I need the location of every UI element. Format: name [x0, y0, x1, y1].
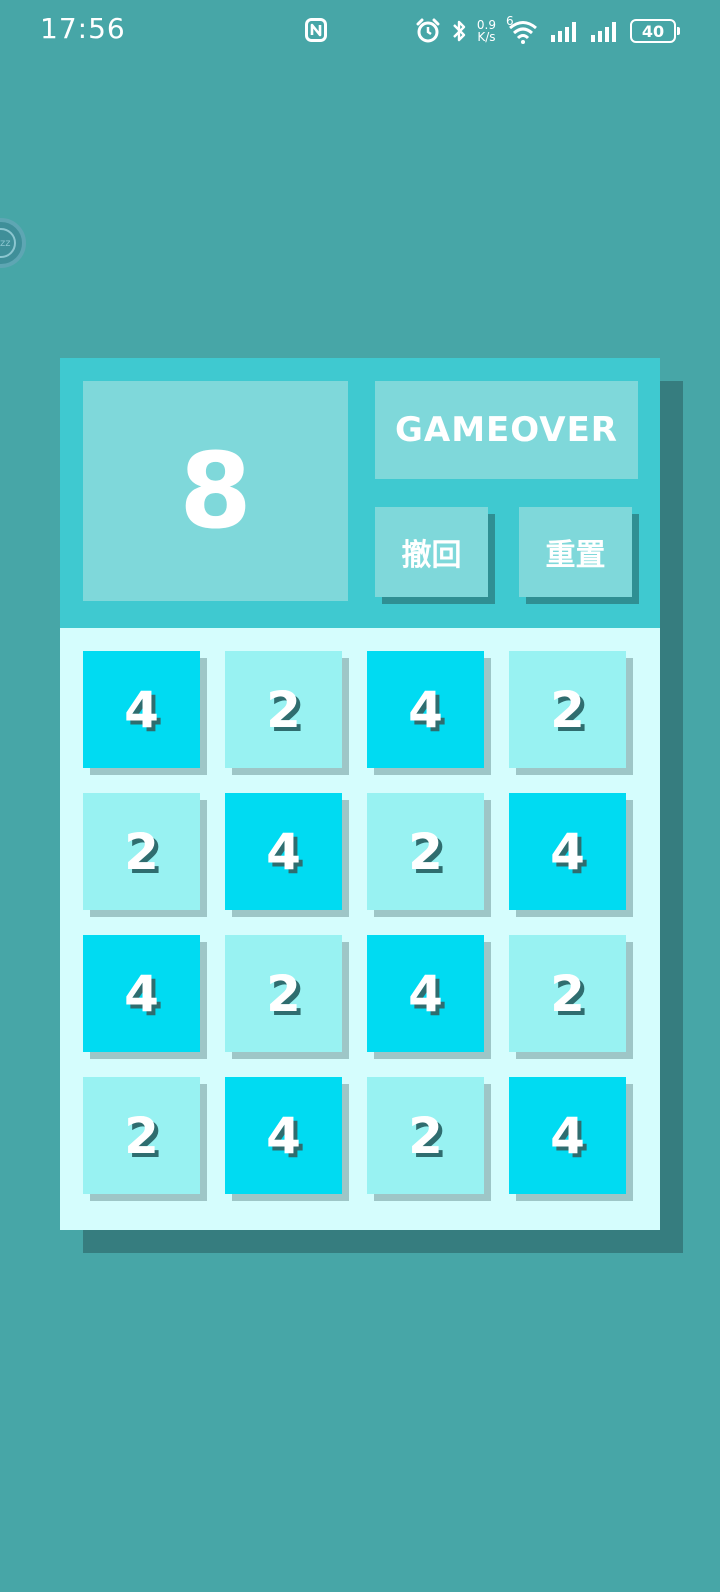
status-icons: 0.9 K/s 6 40: [415, 14, 680, 46]
board-tile: 4: [509, 1077, 626, 1194]
score-value: 8: [179, 430, 252, 552]
wifi-indicator: 6: [506, 14, 540, 44]
alarm-icon: [416, 18, 440, 43]
floating-assistant-bubble[interactable]: zz: [0, 218, 26, 268]
board-tile: 4: [367, 651, 484, 768]
tile-value: 2: [408, 822, 443, 881]
signal-icon: [551, 22, 576, 42]
tile-value: 4: [408, 680, 443, 739]
tile-value: 2: [266, 680, 301, 739]
board-tile: 2: [367, 1077, 484, 1194]
board-tile: 4: [83, 651, 200, 768]
status-bar: 17:56 0.9 K/s 6 40: [0, 0, 720, 62]
signal-icon-2: [591, 22, 616, 42]
game-board[interactable]: 4 2 4 2 2 4 2 4 4 2 4 2 2 4 2 4: [60, 628, 660, 1230]
board-tile: 2: [83, 1077, 200, 1194]
board-tile: 2: [225, 651, 342, 768]
tile-value: 2: [550, 680, 585, 739]
board-tile: 2: [225, 935, 342, 1052]
tile-value: 4: [124, 964, 159, 1023]
wifi-icon: [509, 21, 537, 44]
game-status-text: GAMEOVER: [395, 410, 618, 450]
tile-value: 2: [124, 1106, 159, 1165]
board-tile: 4: [367, 935, 484, 1052]
tile-value: 4: [124, 680, 159, 739]
battery-level: 40: [641, 21, 665, 41]
board-tile: 4: [225, 793, 342, 910]
game-status-box: GAMEOVER: [375, 381, 638, 479]
tile-value: 4: [266, 822, 301, 881]
tile-value: 4: [550, 1106, 585, 1165]
board-tile: 2: [509, 651, 626, 768]
reset-button-label: 重置: [545, 538, 606, 573]
tile-value: 4: [408, 964, 443, 1023]
board-tile: 2: [83, 793, 200, 910]
bluetooth-icon: [453, 20, 466, 42]
status-time: 17:56: [40, 12, 126, 45]
score-box: 8: [83, 381, 348, 601]
tile-value: 4: [550, 822, 585, 881]
floating-bubble-label: zz: [0, 238, 11, 249]
tile-value: 2: [408, 1106, 443, 1165]
tile-value: 2: [266, 964, 301, 1023]
board-tile: 4: [225, 1077, 342, 1194]
game-panel: 8 GAMEOVER 撤回 重置 4 2 4 2 2 4 2 4 4 2 4 2 2 4 2 4: [60, 358, 660, 1230]
tile-value: 2: [124, 822, 159, 881]
tile-value: 2: [550, 964, 585, 1023]
undo-button[interactable]: 撤回: [375, 507, 488, 597]
network-speed: 0.9 K/s: [477, 19, 496, 43]
board-tile: 4: [509, 793, 626, 910]
nfc-icon: [305, 18, 327, 42]
board-tile: 2: [367, 793, 484, 910]
reset-button[interactable]: 重置: [519, 507, 632, 597]
game-header: 8 GAMEOVER 撤回 重置: [60, 358, 660, 628]
board-tile: 4: [83, 935, 200, 1052]
board-tile: 2: [509, 935, 626, 1052]
battery-icon: 40: [630, 19, 680, 43]
undo-button-label: 撤回: [401, 538, 462, 573]
tile-value: 4: [266, 1106, 301, 1165]
network-speed-unit: K/s: [477, 30, 496, 44]
